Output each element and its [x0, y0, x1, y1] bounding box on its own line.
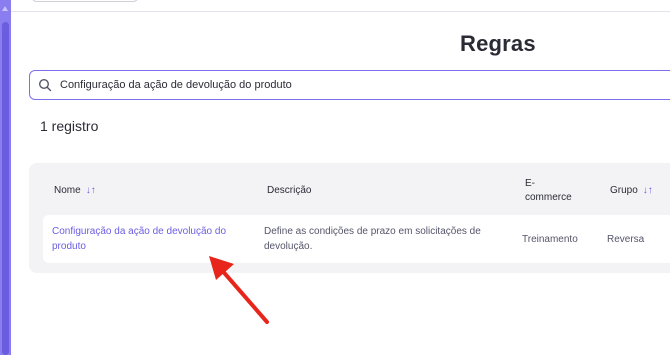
column-header-group[interactable]: Grupo ↓↑: [610, 184, 653, 198]
red-arrow-icon: [209, 256, 269, 324]
sort-arrows-icon[interactable]: ↓↑: [643, 184, 653, 198]
rule-ecommerce: Treinamento: [522, 234, 578, 245]
results-count: 1 registro: [40, 118, 99, 134]
rule-group: Reversa: [607, 234, 645, 245]
scrollbar[interactable]: [0, 0, 11, 355]
search-value[interactable]: Configuração da ação de devolução do pro…: [60, 79, 292, 91]
column-header-ecommerce: E- commerce: [525, 178, 572, 203]
search-icon: [38, 78, 52, 92]
scroll-up-icon[interactable]: [2, 6, 8, 11]
header-button[interactable]: [31, 0, 139, 2]
column-header-name-label: Nome: [54, 185, 81, 196]
top-header: [11, 0, 670, 12]
page-title: Regras: [460, 31, 536, 56]
table-row[interactable]: Configuração da ação de devolução do pro…: [43, 215, 670, 263]
scrollbar-thumb[interactable]: [2, 22, 9, 355]
rule-description: Define as condições de prazo em solicita…: [264, 226, 481, 252]
column-header-description: Descrição: [267, 185, 312, 196]
search-input[interactable]: Configuração da ação de devolução do pro…: [29, 70, 670, 100]
rules-table: Nome ↓↑ Descrição E- commerce Grupo ↓↑ Con…: [29, 163, 670, 273]
column-header-name[interactable]: Nome ↓↑: [54, 184, 96, 198]
column-header-group-label: Grupo: [610, 185, 638, 196]
sort-arrows-icon[interactable]: ↓↑: [86, 184, 96, 198]
